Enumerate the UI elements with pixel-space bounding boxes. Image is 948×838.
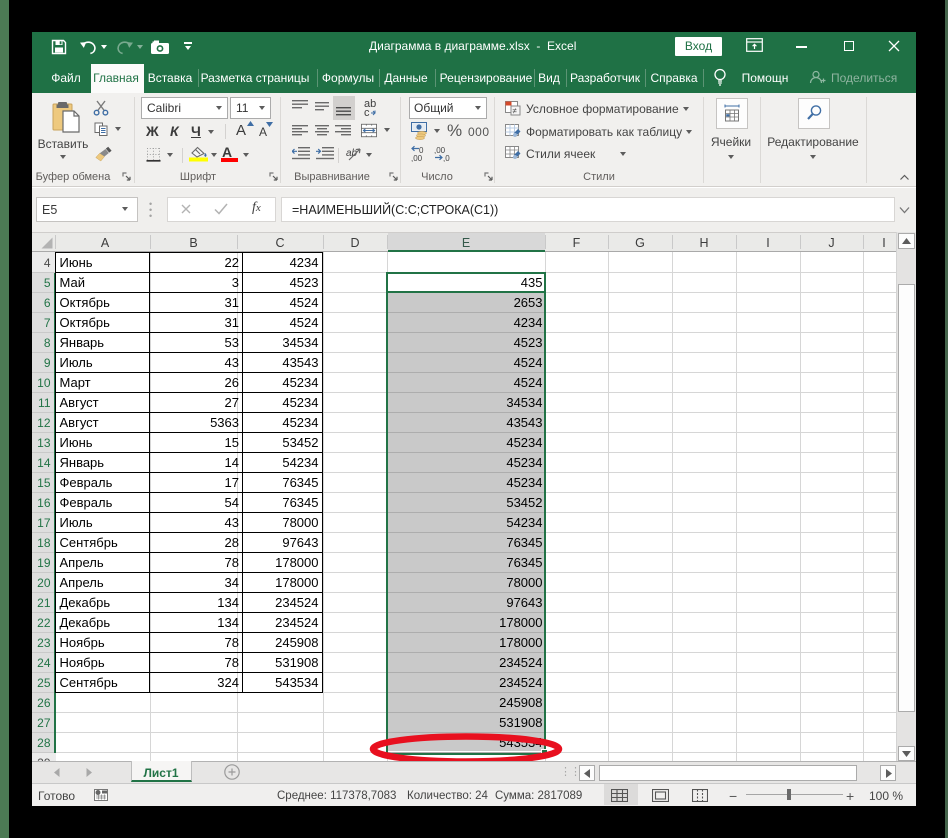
svg-text:c: c — [364, 107, 370, 118]
svg-text:,0: ,0 — [443, 154, 450, 163]
svg-text:≠: ≠ — [513, 107, 518, 116]
svg-text:,00: ,00 — [411, 154, 423, 163]
